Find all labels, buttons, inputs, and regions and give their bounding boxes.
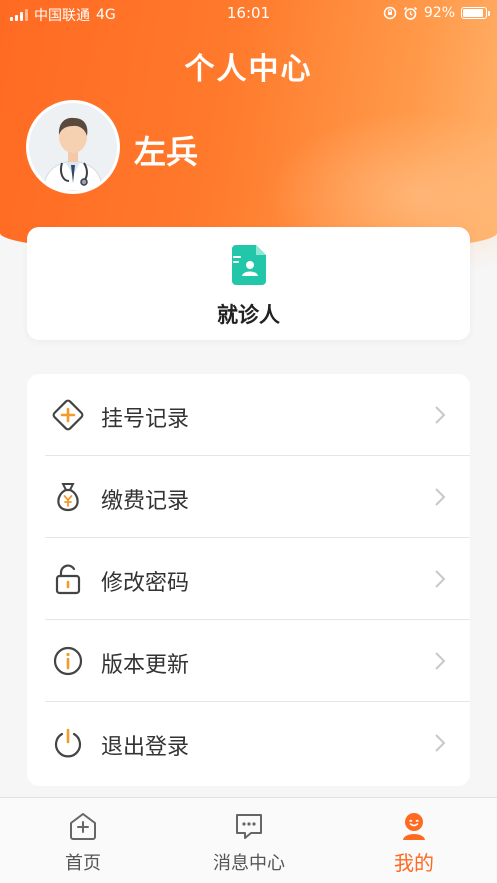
page-title: 个人中心 [184,52,313,87]
menu-item-registration-records[interactable]: 挂号记录 [27,374,470,456]
tab-messages[interactable]: 消息中心 [166,798,332,883]
patient-card-label: 就诊人 [217,303,280,327]
menu-item-change-password[interactable]: 修改密码 [27,538,470,620]
tab-label: 消息中心 [213,853,285,874]
tab-profile[interactable]: 我的 [331,798,497,883]
avatar[interactable] [26,100,120,194]
message-icon [236,814,262,839]
patient-file-icon [232,245,266,285]
tab-label: 我的 [394,851,434,875]
doctor-avatar-icon [29,103,117,191]
orientation-lock-icon [383,6,397,20]
menu-item-label: 版本更新 [101,653,190,678]
profile-page: 中国联通 4G 16:01 92% 个人中心 左兵 就诊人 挂号记录 缴费记录 … [0,0,497,883]
power-icon [54,728,82,758]
chevron-right-icon [435,570,446,588]
menu-item-label: 修改密码 [101,571,190,596]
tab-home[interactable]: 首页 [0,798,166,883]
money-bag-icon [57,483,79,512]
menu-item-label: 缴费记录 [101,489,190,514]
menu-item-label: 挂号记录 [101,407,190,432]
menu-item-logout[interactable]: 退出登录 [27,702,470,784]
battery-icon [461,7,490,19]
info-icon [53,646,83,676]
menu-item-label: 退出登录 [101,735,190,760]
status-right: 92% [383,5,490,21]
bottom-tab-bar: 首页 消息中心 我的 [0,797,497,883]
menu-item-version-update[interactable]: 版本更新 [27,620,470,702]
chevron-right-icon [435,734,446,752]
register-plus-icon [52,399,84,431]
settings-menu: 挂号记录 缴费记录 修改密码 版本更新 退出登录 [27,374,470,786]
chevron-right-icon [435,406,446,424]
profile-icon [403,813,425,840]
alarm-icon [403,6,417,20]
chevron-right-icon [435,488,446,506]
home-plus-icon [70,813,96,840]
menu-item-payment-records[interactable]: 缴费记录 [27,456,470,538]
tab-label: 首页 [65,853,101,874]
patient-card[interactable]: 就诊人 [27,227,470,340]
user-name: 左兵 [134,133,199,171]
status-bar: 中国联通 4G 16:01 92% [0,0,497,28]
battery-percent: 92% [423,5,455,21]
chevron-right-icon [435,652,446,670]
lock-icon [55,564,81,595]
